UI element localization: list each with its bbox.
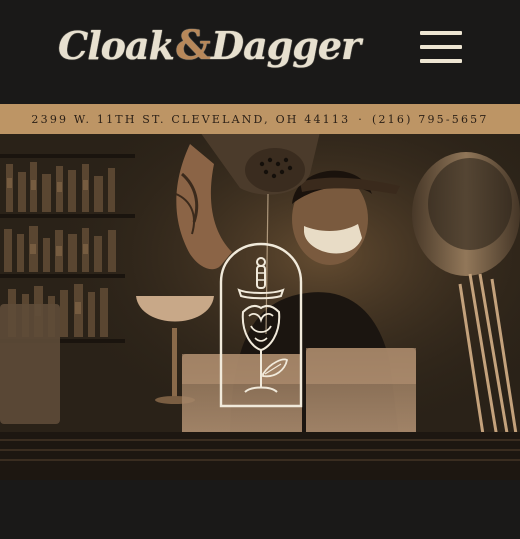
address-text[interactable]: 2399 W. 11TH ST. CLEVELAND, OH 44113: [31, 113, 350, 126]
hero-photo: [0, 134, 520, 480]
logo-ampersand: &: [174, 22, 211, 69]
address-separator: ·: [358, 112, 364, 126]
menu-bar-bottom: [420, 59, 462, 63]
logo-word-cloak: Cloak: [58, 23, 175, 68]
hamburger-menu-icon[interactable]: [418, 30, 464, 66]
site-header: Cloak & Dagger: [0, 0, 520, 104]
page: Cloak & Dagger 2399 W. 11TH ST. CLEVELAN…: [0, 0, 520, 539]
phone-link[interactable]: (216) 795-5657: [372, 113, 489, 126]
page-bottom-band: [0, 480, 520, 539]
menu-bar-middle: [420, 45, 462, 49]
address-bar: 2399 W. 11TH ST. CLEVELAND, OH 44113 · (…: [0, 104, 520, 134]
menu-bar-top: [420, 31, 462, 35]
brand-logo[interactable]: Cloak & Dagger: [58, 22, 361, 72]
rose-dagger-arch-emblem-icon: [219, 242, 303, 408]
logo-word-dagger: Dagger: [211, 23, 361, 68]
